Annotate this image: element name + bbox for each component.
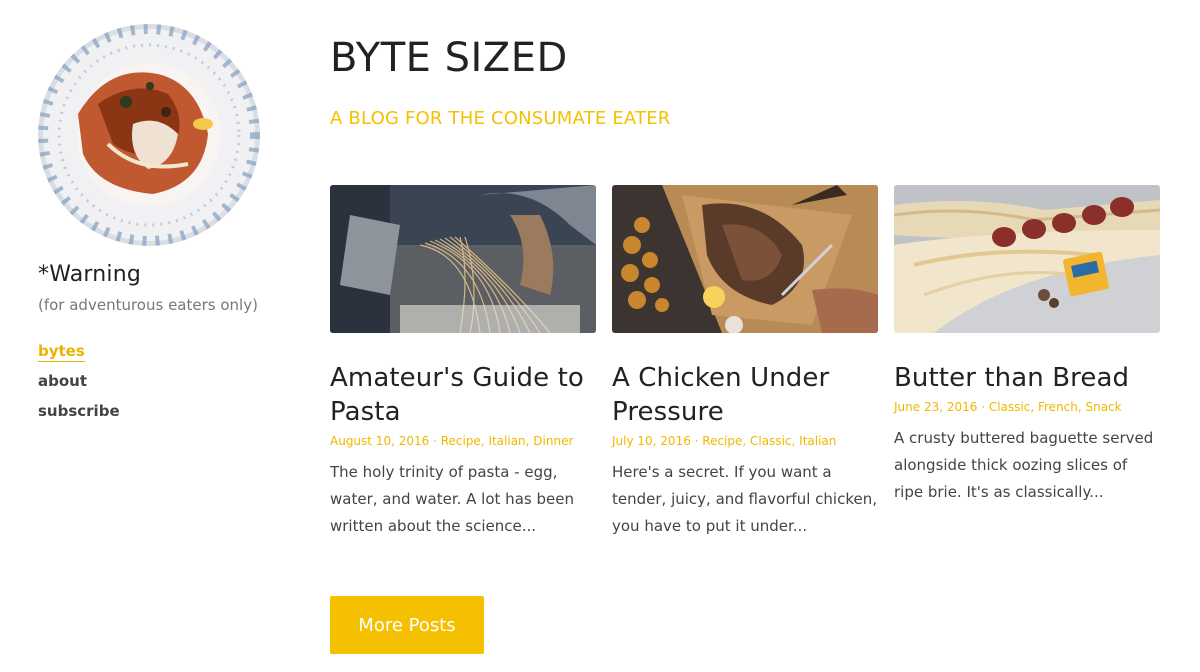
main-content: BYTE SIZED A BLOG FOR THE CONSUMATE EATE… [330, 30, 1170, 654]
nav-link-subscribe[interactable]: subscribe [38, 396, 278, 426]
post-excerpt: Here's a secret. If you want a tender, j… [612, 463, 877, 535]
sidebar-nav: bytes about subscribe [38, 336, 278, 426]
nav-link-subscribe-label: subscribe [38, 402, 120, 421]
avatar[interactable] [38, 24, 260, 246]
post-thumbnail-bread[interactable] [894, 185, 1160, 333]
post-meta[interactable]: July 10, 2016 · Recipe, Classic, Italian [612, 433, 878, 449]
post-card: A Chicken Under Pressure July 10, 2016 ·… [612, 185, 878, 540]
post-title-link[interactable]: A Chicken Under Pressure [612, 361, 878, 429]
blog-subtitle: A BLOG FOR THE CONSUMATE EATER [330, 108, 671, 129]
nav-link-about-label: about [38, 372, 88, 391]
site-tagline: (for adventurous eaters only) [38, 296, 258, 315]
post-title-link[interactable]: Butter than Bread [894, 361, 1160, 395]
post-card: Butter than Bread June 23, 2016 · Classi… [894, 185, 1160, 506]
post-excerpt: The holy trinity of pasta - egg, water, … [330, 463, 574, 535]
post-thumbnail-chicken[interactable] [612, 185, 878, 333]
post-thumbnail-pasta[interactable] [330, 185, 596, 333]
post-title-link[interactable]: Amateur's Guide to Pasta [330, 361, 596, 429]
sidebar: *Warning (for adventurous eaters only) b… [38, 24, 278, 426]
more-posts-button[interactable]: More Posts [330, 596, 484, 654]
site-name: *Warning [38, 262, 142, 287]
nav-link-bytes-label: bytes [38, 342, 85, 363]
nav-link-bytes[interactable]: bytes [38, 336, 278, 366]
blog-title: BYTE SIZED [330, 35, 568, 81]
nav-link-about[interactable]: about [38, 366, 278, 396]
post-card: Amateur's Guide to Pasta August 10, 2016… [330, 185, 596, 540]
post-meta[interactable]: June 23, 2016 · Classic, French, Snack [894, 399, 1160, 415]
post-meta[interactable]: August 10, 2016 · Recipe, Italian, Dinne… [330, 433, 596, 449]
post-excerpt: A crusty buttered baguette served alongs… [894, 429, 1154, 501]
